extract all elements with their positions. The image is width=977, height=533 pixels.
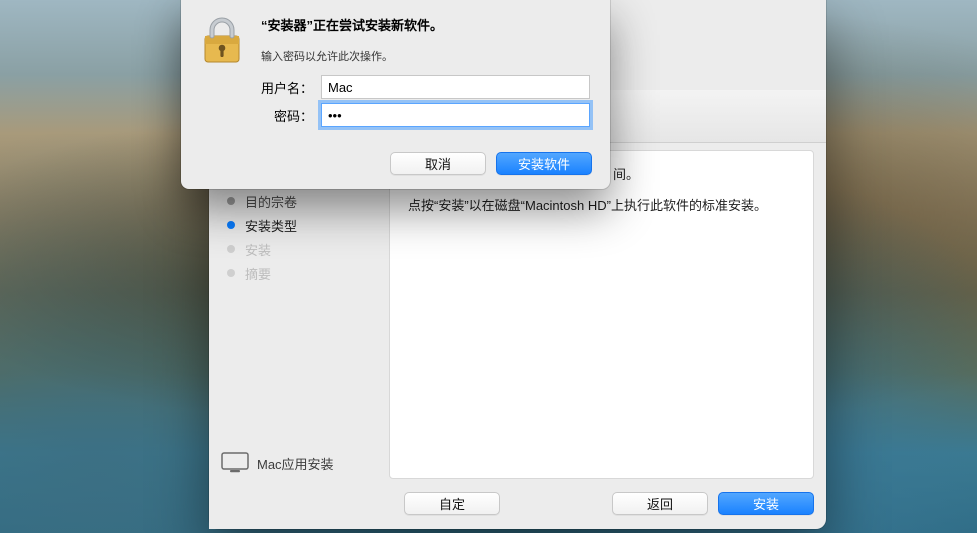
username-label: 用户名： xyxy=(253,78,313,97)
content-line-2: 点按“安装”以在磁盘“Macintosh HD”上执行此软件的标准安装。 xyxy=(408,196,795,217)
step-destination: 目的宗卷 xyxy=(209,189,389,213)
auth-dialog: “安装器”正在尝试安装新软件。 输入密码以允许此次操作。 用户名： 密码： 取消… xyxy=(181,0,610,189)
installer-content-panel: 间。 点按“安装”以在磁盘“Macintosh HD”上执行此软件的标准安装。 xyxy=(389,150,814,479)
button-label: 返回 xyxy=(647,494,673,513)
button-label: 自定 xyxy=(439,494,465,513)
install-button[interactable]: 安装 xyxy=(718,492,814,515)
customize-button[interactable]: 自定 xyxy=(404,492,500,515)
button-label: 安装 xyxy=(753,494,779,513)
step-dot xyxy=(227,197,235,205)
monitor-icon xyxy=(221,452,249,474)
step-dot xyxy=(227,269,235,277)
cancel-button[interactable]: 取消 xyxy=(390,152,486,175)
step-dot xyxy=(227,245,235,253)
step-summary: 摘要 xyxy=(209,261,389,285)
step-install-type: 安装类型 xyxy=(209,213,389,237)
installer-bottom-bar: 自定 返回 安装 xyxy=(394,492,814,515)
step-dot xyxy=(227,221,235,229)
button-label: 安装软件 xyxy=(518,154,570,173)
password-label: 密码： xyxy=(253,106,313,125)
footer-title: Mac应用安装 xyxy=(257,454,334,473)
step-label: 安装 xyxy=(245,240,271,259)
step-label: 摘要 xyxy=(245,264,271,283)
auth-title: “安装器”正在尝试安装新软件。 xyxy=(261,15,590,34)
install-software-button[interactable]: 安装软件 xyxy=(496,152,592,175)
back-button[interactable]: 返回 xyxy=(612,492,708,515)
installer-footer-brand: Mac应用安装 xyxy=(221,452,334,474)
auth-subtitle: 输入密码以允许此次操作。 xyxy=(261,48,590,64)
step-install: 安装 xyxy=(209,237,389,261)
password-input[interactable] xyxy=(321,103,590,127)
step-label: 安装类型 xyxy=(245,216,297,235)
step-label: 目的宗卷 xyxy=(245,192,297,211)
username-input[interactable] xyxy=(321,75,590,99)
lock-icon xyxy=(199,16,245,66)
button-label: 取消 xyxy=(425,154,451,173)
